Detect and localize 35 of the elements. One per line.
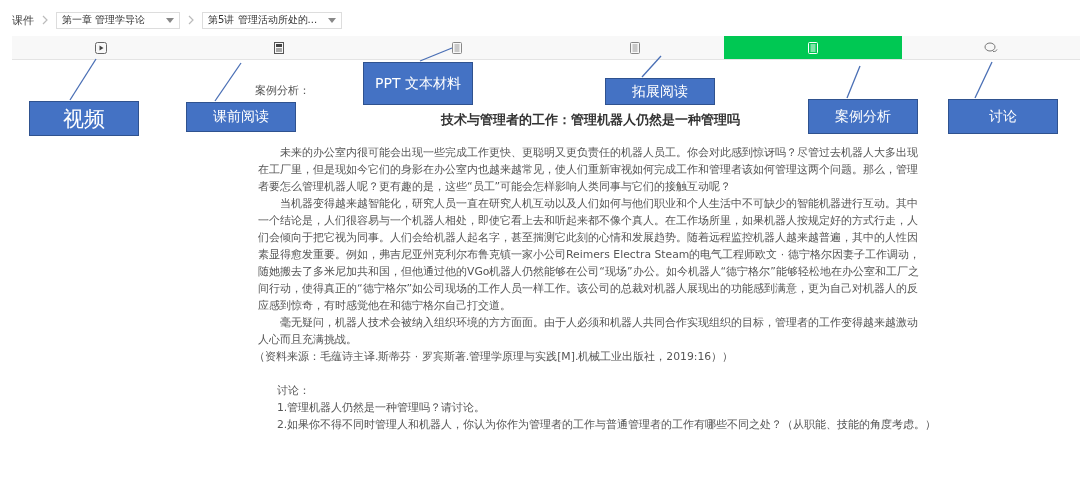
- document-icon: [274, 41, 284, 54]
- callout-label: PPT 文本材料: [363, 62, 473, 105]
- chat-icon: [984, 41, 998, 54]
- play-icon: [95, 41, 107, 54]
- document-icon: [452, 41, 462, 54]
- document-icon: [630, 41, 640, 54]
- callout-label: 案例分析: [808, 99, 918, 134]
- paragraph: 未来的办公室内很可能会出现一些完成工作更快、更聪明又更负责任的机器人员工。你会对此感到惊讶吗？尽管过去机器人大多出现在工厂里，但是现如今它们的身影在办公室内也越来越常见，使人们重新审视如何完成工作和管理者该如何管理这两个问题。那么，管理者要怎么管理机器人呢？更有趣的是，这些“员工”可能会怎样影响人类同事与它们的接触互动呢？: [258, 145, 919, 195]
- discussion-heading: 讨论：: [277, 383, 311, 399]
- leader-line: [974, 61, 993, 99]
- leader-line: [846, 65, 861, 99]
- chevron-icon: [42, 15, 48, 25]
- leader-line: [419, 47, 453, 62]
- chevron-icon: [188, 15, 194, 25]
- callout-label: 拓展阅读: [605, 78, 715, 105]
- callout-label: 课前阅读: [186, 102, 296, 132]
- article-title: 技术与管理者的工作：管理机器人仍然是一种管理吗: [440, 111, 740, 128]
- caret-icon: [166, 17, 174, 23]
- leader-line: [641, 55, 662, 78]
- callout-label: 视频: [29, 101, 139, 136]
- caret-icon: [328, 17, 336, 23]
- source-citation: （资料来源：毛蕴诗主译.斯蒂芬 · 罗宾斯著.管理学原理与实践[M].机械工业出版社，2019:16））: [254, 349, 735, 365]
- chapter-dropdown[interactable]: 第一章 管理学导论: [56, 11, 180, 29]
- callout-label: 讨论: [948, 99, 1058, 134]
- lecture-dropdown[interactable]: 第5讲 管理活动所处的...: [202, 11, 342, 29]
- document-icon: [808, 41, 818, 54]
- section-label: 案例分析：: [255, 83, 310, 99]
- leader-line: [69, 58, 97, 101]
- discussion-question: 1.管理机器人仍然是一种管理吗？请讨论。: [277, 400, 487, 416]
- tab[interactable]: [724, 36, 902, 59]
- breadcrumb-root[interactable]: 课件: [12, 12, 34, 28]
- paragraph: 毫无疑问，机器人技术会被纳入组织环境的方方面面。由于人必须和机器人共同合作实现组织的目标，管理者的工作变得越来越激动人心而且充满挑战。: [258, 315, 919, 348]
- paragraph: 当机器变得越来越智能化，研究人员一直在研究人机互动以及人们如何与他们职业和个人生活中不可缺少的智能机器进行互动。其中一个结论是，人们很容易与一个机器人相处，即使它看上去和听起来都不像个真人。在工作场所里，如果机器人按规定好的方式行走，人们会倾向于把它视为同事。人们会给机器人起名字，甚至揣测它此刻的心情和发展趋势。随着远程监控机器人越来越普遍，其中的人性因素显得愈发重要。例如，弗吉尼亚州克利尔布鲁克镇一家小公司Reimers Electra Steam的电气工程师欧文 · 德宁格尔因妻子工作调动，随她搬去了多米尼加共和国，但他通过他的VGo机器人仍然能够在公司“现场”办公。如今机器人“德宁格尔”能够轻松地在办公室和工厂之间行动，使得真正的“德宁格尔”如公司现场的工作人员一样工作。该公司的总裁对机器人展现出的功能感到满意，更为自己对机器人的反应感到惊奇，有时感觉他在和德宁格尔自己打交道。: [258, 196, 921, 314]
- discussion-question: 2.如果你不得不同时管理人和机器人，你认为你作为管理者的工作与普通管理者的工作有哪些不同之处？（从职能、技能的角度考虑。）: [277, 417, 937, 433]
- leader-line: [214, 62, 242, 102]
